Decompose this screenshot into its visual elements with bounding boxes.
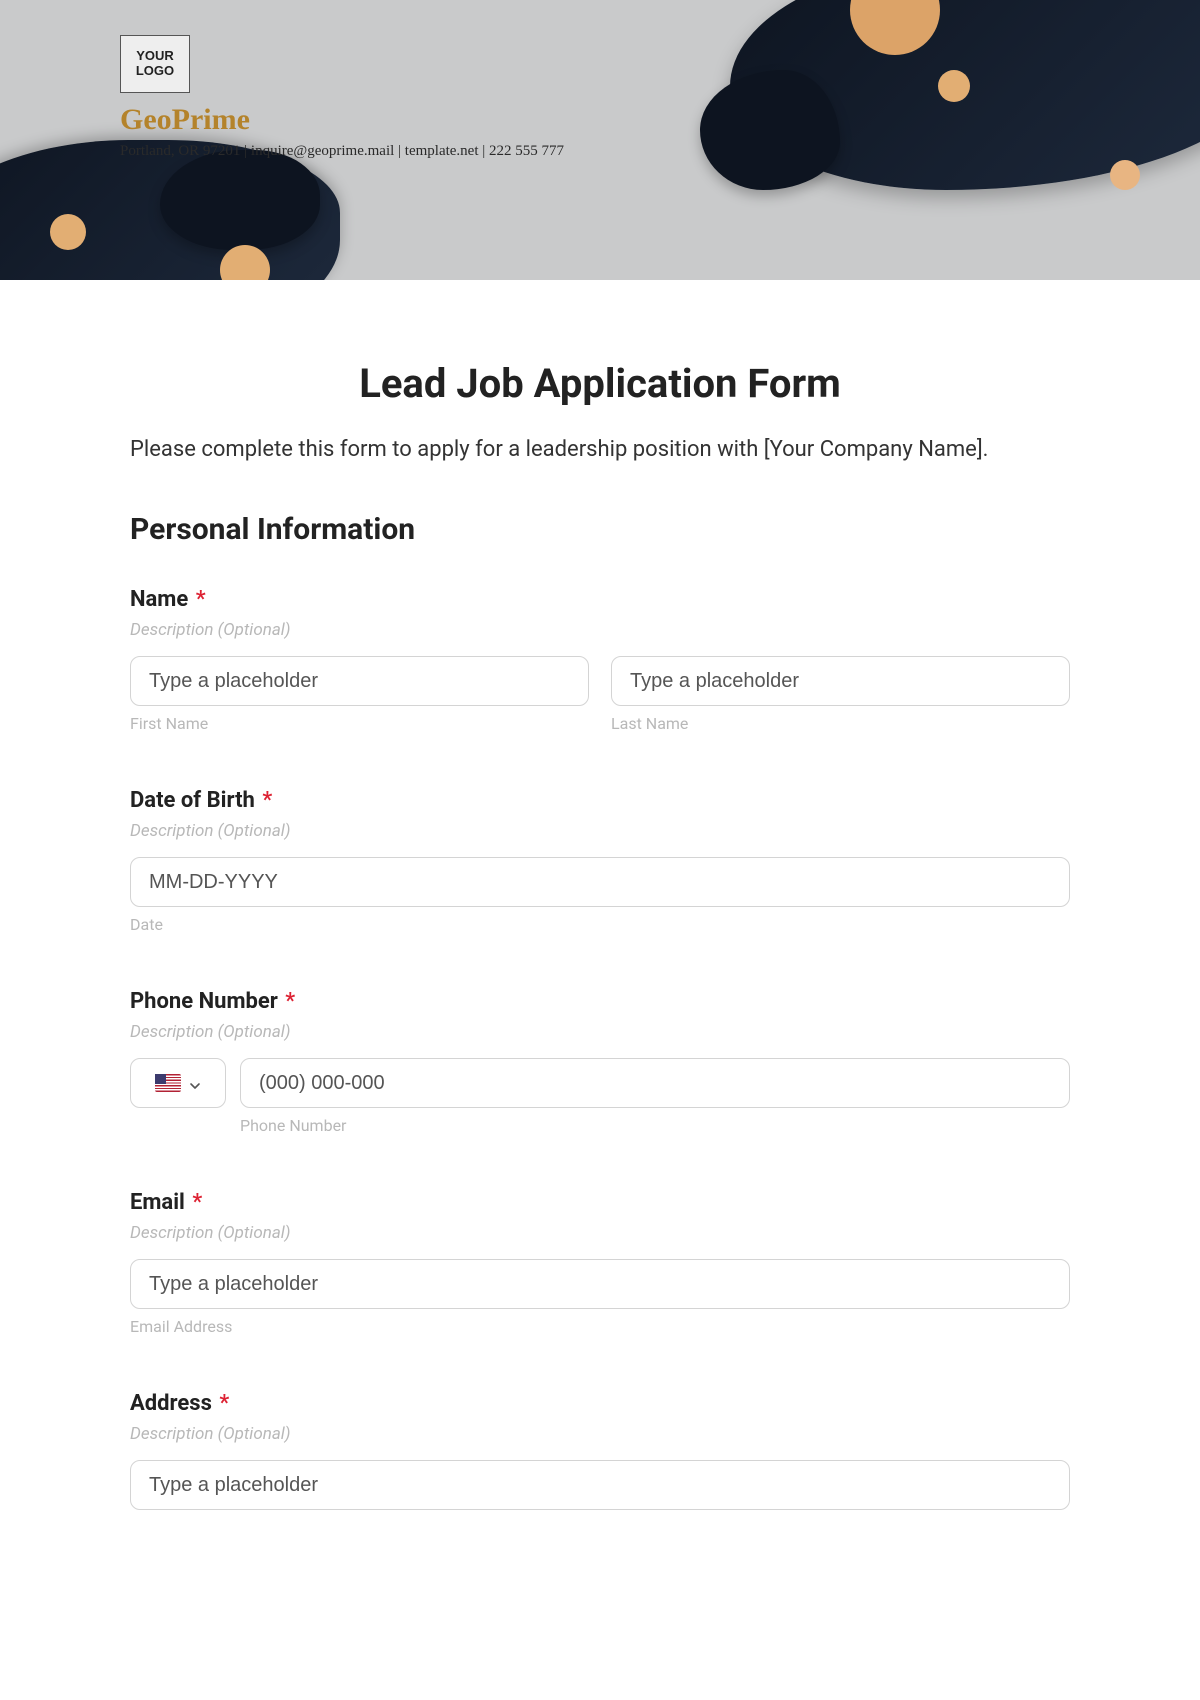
label-text: Phone Number: [130, 989, 278, 1014]
required-asterisk: *: [285, 989, 295, 1014]
company-name: GeoPrime: [120, 103, 564, 137]
phone-input[interactable]: [240, 1058, 1070, 1108]
label-text: Name: [130, 587, 188, 612]
required-asterisk: *: [262, 788, 272, 813]
first-name-input[interactable]: [130, 656, 589, 706]
email-input[interactable]: [130, 1259, 1070, 1309]
address-input[interactable]: [130, 1460, 1070, 1510]
field-description: Description (Optional): [130, 620, 1070, 640]
field-description: Description (Optional): [130, 821, 1070, 841]
field-dob: Date of Birth * Description (Optional) D…: [130, 788, 1070, 934]
decor-blob: [160, 150, 320, 250]
header-banner: YOUR LOGO GeoPrime Portland, OR 97201 | …: [0, 0, 1200, 280]
required-asterisk: *: [192, 1190, 202, 1215]
field-label-dob: Date of Birth *: [130, 788, 1070, 813]
form-intro: Please complete this form to apply for a…: [130, 437, 1070, 462]
chevron-down-icon: [189, 1077, 201, 1089]
field-description: Description (Optional): [130, 1424, 1070, 1444]
decor-circle: [1110, 160, 1140, 190]
decor-circle: [938, 70, 970, 102]
logo-placeholder: YOUR LOGO: [120, 35, 190, 93]
sublabel-date: Date: [130, 915, 1070, 934]
company-meta: Portland, OR 97201 | inquire@geoprime.ma…: [120, 143, 564, 160]
label-text: Email: [130, 1190, 185, 1215]
required-asterisk: *: [196, 587, 206, 612]
field-label-name: Name *: [130, 587, 1070, 612]
field-label-address: Address *: [130, 1391, 1070, 1416]
label-text: Address: [130, 1391, 212, 1416]
field-email: Email * Description (Optional) Email Add…: [130, 1190, 1070, 1336]
decor-circle: [50, 214, 86, 250]
last-name-input[interactable]: [611, 656, 1070, 706]
sublabel-phone: Phone Number: [240, 1116, 1070, 1135]
sublabel-last-name: Last Name: [611, 714, 1070, 733]
field-description: Description (Optional): [130, 1022, 1070, 1042]
required-asterisk: *: [219, 1391, 229, 1416]
us-flag-icon: [155, 1074, 181, 1092]
field-label-email: Email *: [130, 1190, 1070, 1215]
field-phone: Phone Number * Description (Optional) Ph…: [130, 989, 1070, 1135]
dob-input[interactable]: [130, 857, 1070, 907]
field-description: Description (Optional): [130, 1223, 1070, 1243]
decor-blob: [700, 70, 840, 190]
section-heading-personal: Personal Information: [130, 512, 1070, 547]
form-container: Lead Job Application Form Please complet…: [0, 280, 1200, 1550]
sublabel-first-name: First Name: [130, 714, 589, 733]
sublabel-email: Email Address: [130, 1317, 1070, 1336]
field-address: Address * Description (Optional): [130, 1391, 1070, 1510]
label-text: Date of Birth: [130, 788, 255, 813]
field-label-phone: Phone Number *: [130, 989, 1070, 1014]
form-title: Lead Job Application Form: [130, 360, 1070, 407]
country-code-picker[interactable]: [130, 1058, 226, 1108]
field-name: Name * Description (Optional) First Name…: [130, 587, 1070, 733]
